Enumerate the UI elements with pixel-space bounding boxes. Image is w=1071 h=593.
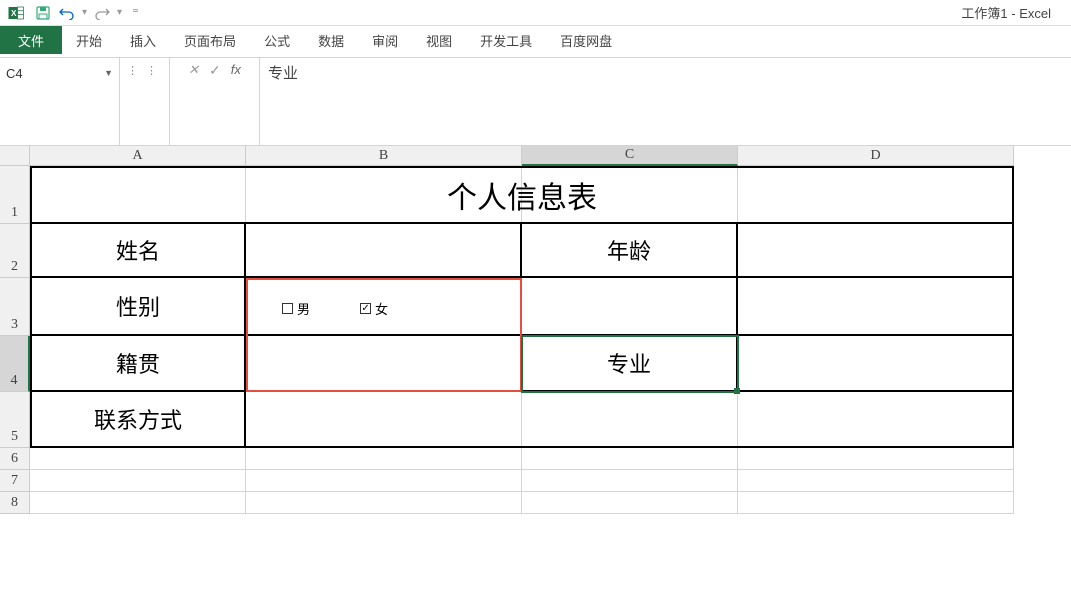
cell-D8[interactable] [738,492,1014,514]
svg-text:X: X [11,9,17,18]
table-cell-D2[interactable] [738,224,1014,278]
table-title[interactable]: 个人信息表 [30,166,1014,224]
row-header-7[interactable]: 7 [0,470,30,492]
tab-baidu[interactable]: 百度网盘 [546,26,626,54]
table-cell-A3[interactable]: 性别 [30,278,246,336]
checkbox-box-icon [282,303,293,314]
separator-icon: ⋮ [124,62,141,79]
name-box-dropdown-icon[interactable]: ▼ [104,68,113,78]
table-cell-C3[interactable] [522,278,738,336]
table-cell-A5[interactable]: 联系方式 [30,392,246,448]
tab-file[interactable]: 文件 [0,26,62,54]
table-cell-C2[interactable]: 年龄 [522,224,738,278]
col-header-A[interactable]: A [30,146,246,166]
tab-developer[interactable]: 开发工具 [466,26,546,54]
gender-checkbox-group: 男✓女 [282,299,388,318]
tab-data[interactable]: 数据 [304,26,358,54]
quick-access-toolbar: ▾ ▾ ⁼ [32,2,139,24]
checkbox-box-icon: ✓ [360,303,371,314]
row-header-3[interactable]: 3 [0,278,30,336]
checkbox-male[interactable]: 男 [282,299,310,318]
cell-A6[interactable] [30,448,246,470]
table-cell-B2[interactable] [246,224,522,278]
title-bar: X ▾ ▾ ⁼ 工作簿1 - Excel [0,0,1071,26]
table-cell-B4[interactable] [246,336,522,392]
table-cell-C4[interactable]: 专业 [522,336,738,392]
row-header-1[interactable]: 1 [0,166,30,224]
cell-B6[interactable] [246,448,522,470]
accept-formula-icon[interactable]: ✓ [209,62,221,79]
select-all-corner[interactable] [0,146,30,166]
cell-C8[interactable] [522,492,738,514]
qat-dropdown-icon[interactable]: ▾ [82,7,87,18]
row-header-2[interactable]: 2 [0,224,30,278]
checkbox-label: 男 [297,299,310,318]
table-cell-B5[interactable] [246,392,1014,448]
cell-D6[interactable] [738,448,1014,470]
checkbox-label: 女 [375,299,388,318]
cell-B8[interactable] [246,492,522,514]
name-box-value: C4 [6,66,23,81]
formula-bar: C4 ▼ ⋮ ⋮ ✕ ✓ fx 专业 [0,58,1071,146]
row-header-4[interactable]: 4 [0,336,30,392]
qat-dropdown-icon[interactable]: ▾ [117,7,122,18]
checkbox-female[interactable]: ✓女 [360,299,388,318]
table-cell-D4[interactable] [738,336,1014,392]
col-header-B[interactable]: B [246,146,522,166]
fx-icon[interactable]: fx [231,62,241,77]
cancel-formula-icon[interactable]: ✕ [188,62,199,78]
cell-C7[interactable] [522,470,738,492]
tab-layout[interactable]: 页面布局 [170,26,250,54]
cell-C6[interactable] [522,448,738,470]
separator-icon: ⋮ [143,62,160,79]
col-header-D[interactable]: D [738,146,1014,166]
cell-A8[interactable] [30,492,246,514]
ribbon-tabs: 文件 开始 插入 页面布局 公式 数据 审阅 视图 开发工具 百度网盘 [0,26,1071,54]
tab-review[interactable]: 审阅 [358,26,412,54]
cell-A7[interactable] [30,470,246,492]
name-box[interactable]: C4 ▼ [0,62,119,84]
row-header-6[interactable]: 6 [0,448,30,470]
tab-home[interactable]: 开始 [62,26,116,54]
tab-insert[interactable]: 插入 [116,26,170,54]
redo-button[interactable] [91,2,113,24]
window-title: 工作簿1 - Excel [139,3,1071,22]
excel-icon: X [4,3,28,23]
tab-formulas[interactable]: 公式 [250,26,304,54]
tab-view[interactable]: 视图 [412,26,466,54]
table-cell-A4[interactable]: 籍贯 [30,336,246,392]
qat-customize-icon[interactable]: ⁼ [132,5,139,21]
cell-B7[interactable] [246,470,522,492]
table-cell-D3[interactable] [738,278,1014,336]
col-header-C[interactable]: C [522,146,738,166]
table-cell-A2[interactable]: 姓名 [30,224,246,278]
row-header-5[interactable]: 5 [0,392,30,448]
cell-D7[interactable] [738,470,1014,492]
save-button[interactable] [32,2,54,24]
row-header-8[interactable]: 8 [0,492,30,514]
undo-button[interactable] [56,2,78,24]
formula-input[interactable]: 专业 [260,58,1071,145]
